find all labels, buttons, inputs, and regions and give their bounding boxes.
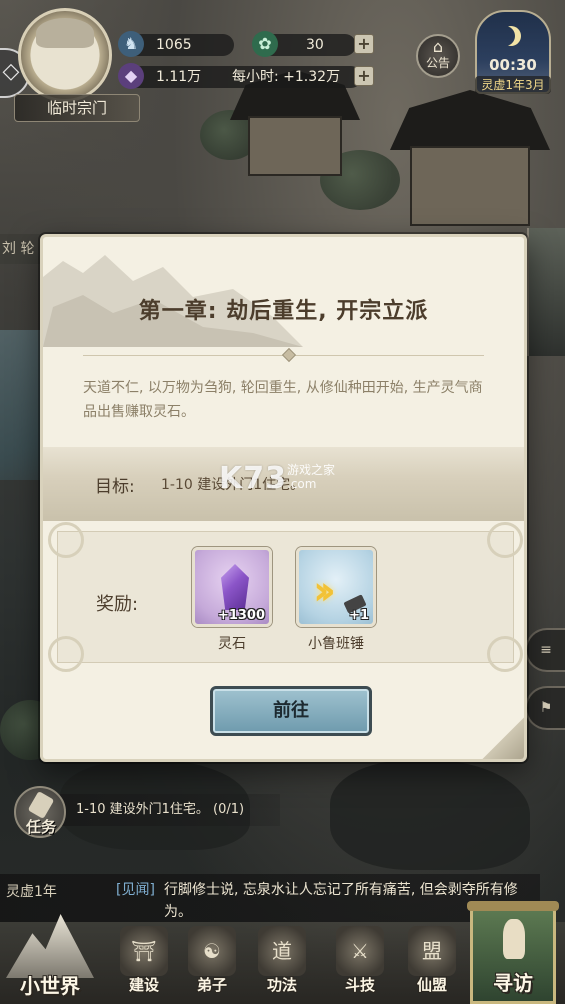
watermark-subtext: 游戏之家 .com <box>287 463 335 491</box>
reward-name: 小鲁班锤 <box>308 636 364 652</box>
beast-icon: ♞ <box>118 31 144 57</box>
reward-item-spirit-stone[interactable]: +1300 <box>192 547 272 627</box>
goal-band: 目标: 1-10 建设外门1住宅。 K73 游戏之家 .com <box>43 447 524 521</box>
chapter-modal: 第一章: 劫后重生, 开宗立派 天道不仁, 以万物为刍狗, 轮回重生, 从修仙种… <box>40 234 527 762</box>
spirit-stone-crystal-icon <box>221 564 249 610</box>
side-right-button-2[interactable]: ⚑ <box>525 686 565 730</box>
scroll-icon <box>27 790 55 820</box>
resource-a-value: 1065 <box>156 37 192 53</box>
alliance-icon: 盟 <box>408 926 456 976</box>
current-task-bar[interactable]: 1-10 建设外门1住宅。 (0/1) <box>60 794 280 826</box>
notice-icon: ⌂ <box>432 37 444 56</box>
pavilion-icon: ⛩ <box>120 926 168 976</box>
goal-label: 目标: <box>95 477 135 497</box>
rock <box>330 760 530 870</box>
swords-icon: ⚔ <box>336 926 384 976</box>
page-curl-decoration <box>480 715 524 759</box>
reward-item-luban-hammer[interactable]: ›› +1 <box>296 547 376 627</box>
sect-name-plate[interactable]: 临时宗门 <box>14 94 140 122</box>
ink-mountains-decoration <box>43 255 303 347</box>
chapter-title: 第一章: 劫后重生, 开宗立派 <box>138 299 429 324</box>
qi-icon: ✿ <box>252 31 278 57</box>
nav-label: 小世界 <box>20 974 80 998</box>
game-clock[interactable]: 00:30 灵虚1年3月 <box>475 10 551 94</box>
task-button[interactable]: 任务 <box>14 786 66 838</box>
spirit-stone-bar: ◆ 1.11万 每小时: +1.32万 <box>118 63 362 89</box>
cloud-ornament <box>48 522 84 558</box>
nav-label: 建设 <box>128 976 159 994</box>
scroll-icon: 道 <box>258 926 306 976</box>
chapter-description: 天道不仁, 以万物为刍狗, 轮回重生, 从修仙种田开始, 生产灵气商品出售赚取灵… <box>83 380 483 420</box>
disciple-icon: ☯ <box>188 926 236 976</box>
resource-b-value: 30 <box>306 37 324 53</box>
nav-combat[interactable]: ⚔ 斗技 <box>328 922 392 1004</box>
spirit-stone-icon: ◆ <box>118 63 144 89</box>
nav-small-world[interactable]: 小世界 <box>0 904 100 1004</box>
divider-ornament <box>281 347 297 363</box>
reward-name: 灵石 <box>218 636 246 652</box>
immortal-figure-icon <box>503 919 525 959</box>
reward-label: 奖励: <box>96 594 139 615</box>
nav-label: 斗技 <box>344 976 375 994</box>
reward-frame: 奖励: +1300 灵石 ›› +1 小鲁班锤 <box>48 522 523 672</box>
spirit-stone-value: 1.11万 <box>156 69 202 85</box>
cloud-ornament <box>487 636 523 672</box>
nav-build[interactable]: ⛩ 建设 <box>112 922 176 1004</box>
nav-label: 寻访 <box>493 971 533 995</box>
nav-label: 弟子 <box>196 976 227 994</box>
notice-label: 公告 <box>425 56 450 70</box>
notice-button[interactable]: ⌂ 公告 <box>416 34 460 78</box>
moon-icon <box>495 26 515 46</box>
clock-date: 灵虚1年3月 <box>475 76 551 94</box>
side-right-button-1[interactable]: ≡ <box>525 628 565 672</box>
resource-bar-b: ✿ 30 <box>252 31 356 57</box>
task-label: 任务 <box>25 818 56 836</box>
news-tag: [见闻] <box>116 882 155 898</box>
cloud-ornament <box>487 522 523 558</box>
resource-bar-a: ♞ 1065 <box>118 31 234 57</box>
k73-watermark-logo: K73 <box>219 461 287 496</box>
per-hour-rate: 每小时: +1.32万 <box>232 69 341 85</box>
reward-count: +1 <box>349 608 369 623</box>
nav-techniques[interactable]: 道 功法 <box>250 922 314 1004</box>
goto-button[interactable]: 前往 <box>210 686 372 736</box>
clock-time: 00:30 <box>489 56 537 74</box>
nav-alliance[interactable]: 盟 仙盟 <box>400 922 464 1004</box>
nav-visit[interactable]: 寻访 <box>467 901 559 1004</box>
nav-label: 仙盟 <box>416 976 447 994</box>
reward-count: +1300 <box>217 608 265 623</box>
watermark-sub-2: .com <box>287 477 317 491</box>
main-hall[interactable] <box>390 90 550 230</box>
nav-label: 功法 <box>266 976 297 994</box>
add-spirit-stone-button[interactable]: + <box>354 66 374 86</box>
avatar-hair <box>36 18 94 48</box>
luban-hammer-icon: ›› <box>313 568 336 614</box>
cloud-ornament <box>48 636 84 672</box>
disciple-portrait-thumb[interactable] <box>527 228 565 356</box>
nav-disciples[interactable]: ☯ 弟子 <box>180 922 244 1004</box>
news-date: 灵虚1年 <box>6 884 57 900</box>
scroll-rod <box>467 901 559 911</box>
add-resource-b-button[interactable]: + <box>354 34 374 54</box>
watermark-sub-1: 游戏之家 <box>287 463 336 477</box>
mountain-icon <box>6 914 94 978</box>
